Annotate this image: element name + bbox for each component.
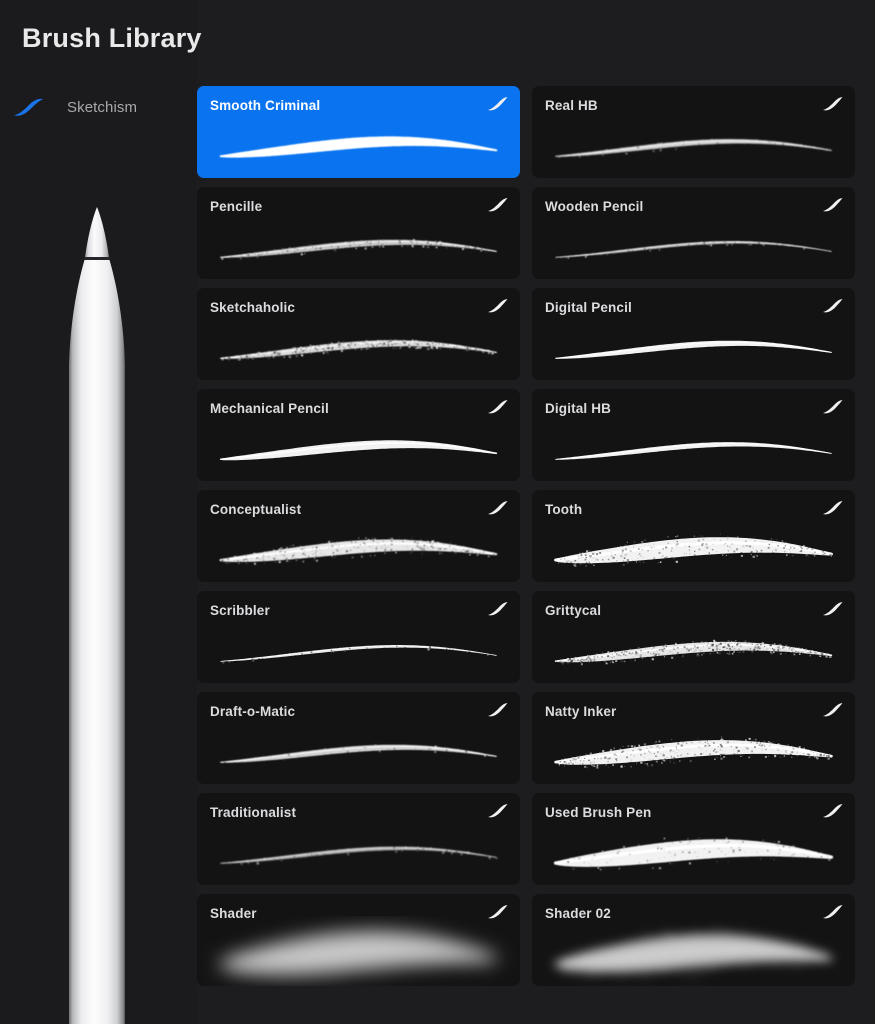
brush-preview [554, 736, 833, 769]
sidebar-item-sketchism[interactable]: Sketchism [0, 86, 197, 128]
brush-preview [555, 138, 832, 158]
brush-preview [553, 837, 834, 871]
brush-stroke-badge-icon [823, 804, 843, 818]
brush-stroke-badge-icon [488, 299, 508, 313]
brush-preview [219, 440, 498, 461]
sidebar-item-label: Sketchism [67, 98, 138, 116]
brush-card[interactable]: Used Brush Pen [532, 793, 855, 885]
brush-card[interactable]: Smooth Criminal [197, 86, 520, 178]
brush-preview [220, 920, 497, 986]
brush-name: Real HB [545, 98, 598, 113]
brush-name: Shader [210, 906, 257, 921]
brush-stroke-badge-icon [488, 804, 508, 818]
brush-stroke-icon [14, 98, 43, 116]
brush-preview [219, 136, 498, 158]
brush-stroke-badge-icon [488, 602, 508, 616]
brush-stroke-badge-icon [488, 400, 508, 414]
brush-stroke-badge-icon [488, 198, 508, 212]
brush-stroke-badge-icon [488, 97, 508, 111]
brush-name: Shader 02 [545, 906, 611, 921]
brush-preview [220, 846, 498, 865]
brush-card[interactable]: Digital Pencil [532, 288, 855, 380]
brush-preview [219, 536, 498, 565]
brush-preview [555, 340, 832, 359]
brush-stroke-badge-icon [823, 905, 843, 919]
brush-name: Mechanical Pencil [210, 401, 329, 416]
brush-card[interactable]: Natty Inker [532, 692, 855, 784]
brush-stroke-badge-icon [823, 299, 843, 313]
brush-stroke-badge-icon [823, 703, 843, 717]
brush-name: Natty Inker [545, 704, 617, 719]
brush-card[interactable]: Digital HB [532, 389, 855, 481]
brush-stroke-badge-icon [823, 602, 843, 616]
brush-preview [220, 339, 497, 361]
apple-pencil-illustration [69, 207, 125, 1024]
brush-preview [554, 639, 833, 666]
brush-preview [220, 238, 497, 260]
brush-preview [555, 927, 833, 982]
brush-preview [220, 744, 497, 764]
brush-set-sidebar: Sketchism [0, 0, 197, 1024]
brush-name: Draft-o-Matic [210, 704, 296, 719]
brush-name: Used Brush Pen [545, 805, 652, 820]
brush-name: Conceptualist [210, 502, 302, 517]
brush-preview [555, 442, 832, 460]
brush-stroke-badge-icon [488, 905, 508, 919]
brush-stroke-badge-icon [823, 501, 843, 515]
brush-card[interactable]: Draft-o-Matic [197, 692, 520, 784]
brush-card[interactable]: Sketchaholic [197, 288, 520, 380]
brush-stroke-badge-icon [488, 501, 508, 515]
brush-stroke-badge-icon [823, 198, 843, 212]
brush-name: Traditionalist [210, 805, 297, 820]
brush-name: Sketchaholic [210, 300, 296, 315]
brush-name: Wooden Pencil [545, 199, 644, 214]
brush-card[interactable]: Tooth [532, 490, 855, 582]
brush-preview [555, 240, 833, 259]
brush-preview [554, 533, 833, 567]
brush-name: Pencille [210, 199, 263, 214]
brush-grid: Smooth Criminal Real HB Pencille Wooden Pen… [197, 86, 857, 1024]
brush-card[interactable]: Real HB [532, 86, 855, 178]
brush-stroke-badge-icon [823, 97, 843, 111]
brush-name: Grittycal [545, 603, 602, 618]
brush-card[interactable]: Grittycal [532, 591, 855, 683]
brush-card[interactable]: Conceptualist [197, 490, 520, 582]
brush-name: Scribbler [210, 603, 270, 618]
brush-card[interactable]: Shader 02 [532, 894, 855, 986]
brush-name: Tooth [545, 502, 583, 517]
brush-card[interactable]: Scribbler [197, 591, 520, 683]
brush-card[interactable]: Shader [197, 894, 520, 986]
brush-card[interactable]: Wooden Pencil [532, 187, 855, 279]
brush-card[interactable]: Pencille [197, 187, 520, 279]
brush-name: Smooth Criminal [210, 98, 321, 113]
brush-name: Digital Pencil [545, 300, 632, 315]
brush-stroke-badge-icon [488, 703, 508, 717]
brush-card[interactable]: Mechanical Pencil [197, 389, 520, 481]
brush-stroke-badge-icon [823, 400, 843, 414]
brush-preview [220, 644, 497, 664]
brush-card[interactable]: Traditionalist [197, 793, 520, 885]
brush-name: Digital HB [545, 401, 612, 416]
page-title: Brush Library [22, 23, 202, 53]
